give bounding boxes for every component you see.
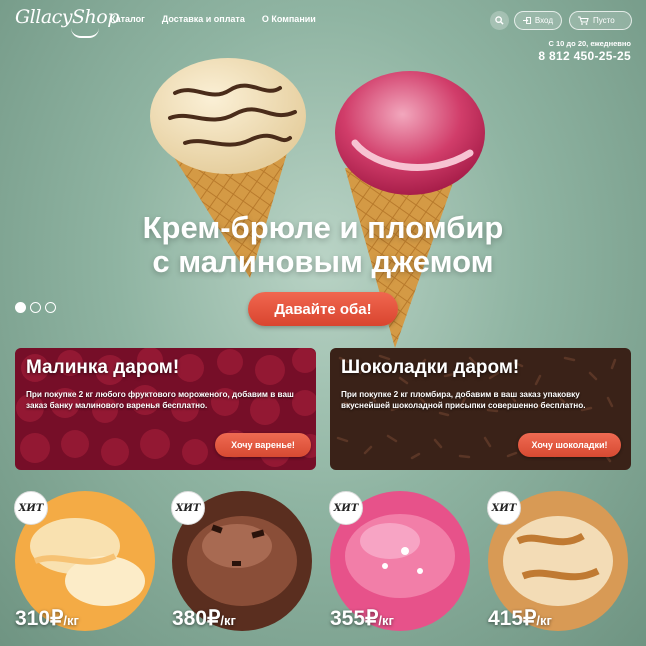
- login-icon: [523, 17, 531, 24]
- login-button[interactable]: Вход: [514, 11, 562, 30]
- slide-dot-1[interactable]: [15, 302, 26, 313]
- nav-catalog[interactable]: Каталог: [110, 14, 145, 24]
- slider-pagination: [15, 302, 56, 313]
- working-hours: С 10 до 20, ежедневно: [548, 39, 631, 48]
- price-value: 310: [15, 607, 51, 630]
- hit-badge: ХИТ: [14, 491, 48, 525]
- main-nav: Каталог Доставка и оплата О Компании: [110, 14, 333, 24]
- cart-button[interactable]: Пусто: [569, 11, 632, 30]
- hero-title-line1: Крем-брюле и пломбир: [142, 210, 504, 245]
- promo-title: Шоколадки даром!: [341, 357, 520, 378]
- promo-card-chocolate: Шоколадки даром! При покупке 2 кг пломби…: [330, 348, 631, 470]
- hero-title: Крем-брюле и пломбир с малиновым джемом: [0, 211, 646, 279]
- login-label: Вход: [534, 16, 553, 25]
- promo-text: При покупке 2 кг пломбира, добавим в ваш…: [341, 390, 586, 410]
- product-card[interactable]: ХИТ 310₽/кг: [14, 491, 155, 631]
- currency-sign: ₽: [50, 607, 64, 630]
- price-value: 415: [488, 607, 524, 630]
- product-price: 355₽/кг: [330, 606, 394, 631]
- cart-icon: [578, 16, 589, 25]
- promo-text: При покупке 2 кг любого фруктового морож…: [26, 390, 294, 410]
- price-unit: /кг: [536, 613, 552, 628]
- price-unit: /кг: [63, 613, 79, 628]
- hit-badge: ХИТ: [171, 491, 205, 525]
- price-unit: /кг: [378, 613, 394, 628]
- logo[interactable]: GllacyShop: [15, 6, 119, 38]
- currency-sign: ₽: [207, 607, 221, 630]
- hero-cta-button[interactable]: Давайте оба!: [248, 292, 398, 326]
- phone-number[interactable]: 8 812 450-25-25: [538, 49, 631, 63]
- slide-dot-2[interactable]: [30, 302, 41, 313]
- want-jam-button[interactable]: Хочу варенье!: [215, 433, 311, 457]
- slide-dot-3[interactable]: [45, 302, 56, 313]
- product-price: 380₽/кг: [172, 606, 236, 631]
- promo-title: Малинка даром!: [26, 357, 180, 378]
- price-value: 355: [330, 607, 366, 630]
- search-icon: [495, 16, 504, 25]
- product-card[interactable]: ХИТ 415₽/кг: [487, 491, 628, 631]
- cart-label: Пусто: [593, 16, 615, 25]
- product-price: 310₽/кг: [15, 606, 79, 631]
- product-price: 415₽/кг: [488, 606, 552, 631]
- currency-sign: ₽: [365, 607, 379, 630]
- site-header: GllacyShop Каталог Доставка и оплата О К…: [0, 0, 646, 63]
- want-chocolate-button[interactable]: Хочу шоколадки!: [518, 433, 621, 457]
- promo-card-raspberry: Малинка даром! При покупке 2 кг любого ф…: [15, 348, 316, 470]
- hit-badge: ХИТ: [487, 491, 521, 525]
- currency-sign: ₽: [523, 607, 537, 630]
- price-value: 380: [172, 607, 208, 630]
- hero-title-line2: с малиновым джемом: [152, 244, 494, 279]
- search-button[interactable]: [490, 11, 509, 30]
- product-card[interactable]: ХИТ 355₽/кг: [329, 491, 470, 631]
- product-card[interactable]: ХИТ 380₽/кг: [171, 491, 312, 631]
- nav-delivery[interactable]: Доставка и оплата: [162, 14, 245, 24]
- nav-about[interactable]: О Компании: [262, 14, 316, 24]
- hit-badge: ХИТ: [329, 491, 363, 525]
- price-unit: /кг: [220, 613, 236, 628]
